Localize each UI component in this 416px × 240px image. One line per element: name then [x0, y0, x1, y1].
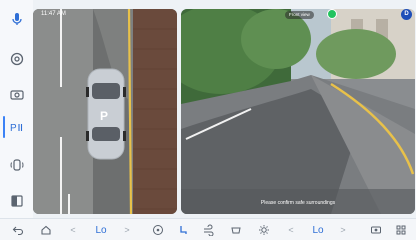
- sun-icon[interactable]: [256, 219, 272, 240]
- signal-indicator: [327, 9, 337, 19]
- parking-assist-screen: P 11:47 AM P Front view D Please confirm…: [0, 0, 416, 240]
- view-toggle-icon[interactable]: [6, 190, 28, 212]
- left-temp-increase[interactable]: >: [122, 219, 132, 240]
- safety-caption: Please confirm safe surroundings: [260, 200, 336, 206]
- left-temp-value: Lo: [95, 224, 107, 236]
- fan-icon[interactable]: [150, 219, 166, 240]
- back-icon[interactable]: [10, 219, 26, 240]
- airflow-icon[interactable]: [200, 219, 216, 240]
- camera-mode-tag[interactable]: Front view: [285, 11, 314, 19]
- svg-text:P: P: [10, 123, 17, 134]
- apps-grid-icon[interactable]: [393, 219, 409, 240]
- profile-badge[interactable]: D: [401, 9, 412, 20]
- right-temp-value: Lo: [312, 224, 324, 236]
- right-temp-decrease[interactable]: <: [286, 219, 296, 240]
- surround-view-panel: 11:47 AM P: [33, 9, 177, 214]
- left-temp-decrease[interactable]: <: [68, 219, 78, 240]
- windshield-defrost-icon[interactable]: [228, 219, 244, 240]
- clock: 11:47 AM: [41, 11, 66, 17]
- active-indicator: [3, 116, 5, 138]
- camera-scene: [181, 9, 415, 214]
- park-badge: P: [100, 109, 109, 123]
- climate-bar: < Lo > < Lo >: [0, 218, 416, 240]
- camera-record-icon[interactable]: [6, 84, 28, 106]
- right-temp-increase[interactable]: >: [338, 219, 348, 240]
- seat-heat-icon[interactable]: [175, 219, 191, 240]
- side-rail: P: [0, 0, 33, 218]
- settings-icon[interactable]: [6, 48, 28, 70]
- car-sensors-icon[interactable]: [6, 154, 28, 176]
- camera-view-panel: Front view D Please confirm safe surroun…: [181, 9, 415, 214]
- park-assist-icon[interactable]: P: [6, 116, 28, 138]
- media-icon[interactable]: [368, 219, 384, 240]
- microphone-icon[interactable]: [6, 8, 28, 30]
- home-icon[interactable]: [38, 219, 54, 240]
